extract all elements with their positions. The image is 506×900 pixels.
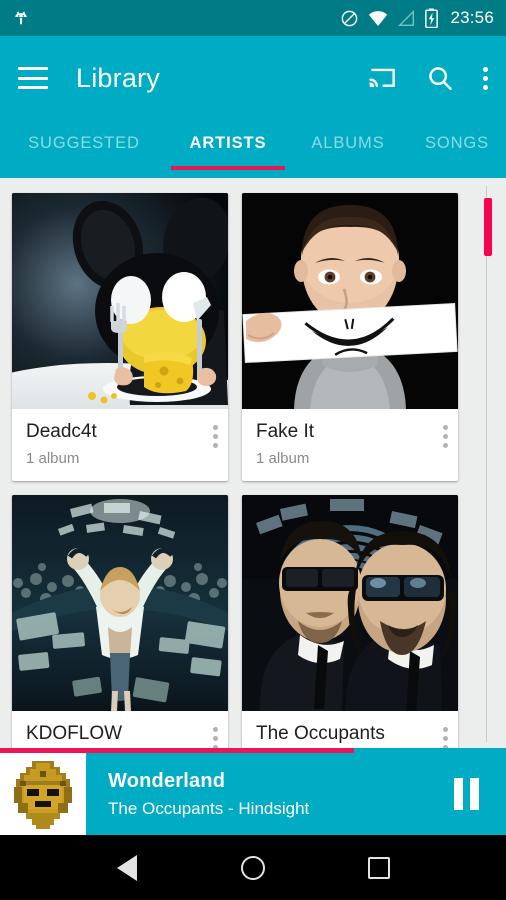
page-title: Library: [76, 62, 160, 93]
card-overflow-menu-icon[interactable]: [213, 425, 218, 448]
artist-card[interactable]: KDOFLOW 1 album: [12, 494, 228, 748]
battery-charging-icon: [425, 8, 439, 29]
cell-signal-icon: [397, 9, 416, 27]
artist-grid: Deadc4t 1 album Fake It 1 album KDOFLOW …: [0, 178, 506, 748]
back-icon[interactable]: [64, 854, 190, 881]
artist-artwork-kdoflow: [12, 494, 228, 711]
android-robot-icon: [12, 9, 30, 27]
status-bar: 23:56: [0, 0, 506, 36]
card-overflow-menu-icon[interactable]: [443, 425, 448, 448]
artist-artwork-deadmau5: [12, 193, 228, 409]
now-playing-body: Wonderland The Occupants - Hindsight: [0, 753, 506, 835]
artist-name: KDOFLOW: [26, 722, 123, 744]
artist-artwork-the-occupants: [242, 494, 458, 711]
status-bar-system-icons: 23:56: [340, 8, 494, 29]
artist-name: The Occupants: [256, 722, 385, 744]
now-playing-bar[interactable]: Wonderland The Occupants - Hindsight: [0, 748, 506, 835]
artist-card-meta: Deadc4t 1 album: [12, 409, 228, 481]
android-nav-bar: [0, 835, 506, 900]
tab-suggested[interactable]: SUGGESTED: [0, 134, 168, 153]
artist-card-meta: The Occupants 1 album: [242, 711, 458, 748]
now-playing-title: Wonderland: [108, 769, 226, 792]
overflow-menu-icon[interactable]: [482, 65, 488, 91]
tab-songs-label: SONGS: [424, 134, 490, 152]
app-screen: 23:56 Library SUGGESTED ARTISTS ALBUMS S…: [0, 0, 506, 900]
tab-suggested-label: SUGGESTED: [28, 134, 140, 152]
hamburger-menu-icon[interactable]: [18, 67, 48, 89]
now-playing-subtitle: The Occupants - Hindsight: [108, 798, 310, 818]
do-not-disturb-icon: [340, 9, 359, 28]
tab-artists-label: ARTISTS: [189, 134, 267, 152]
cast-icon[interactable]: [368, 65, 398, 91]
scrollbar-track: [486, 186, 487, 742]
tab-bar: SUGGESTED ARTISTS ALBUMS SONGS: [0, 120, 506, 178]
card-overflow-menu-icon[interactable]: [213, 726, 218, 748]
artist-artwork-fake-it: [242, 193, 458, 409]
recents-icon[interactable]: [316, 856, 442, 879]
app-bar: Library: [0, 36, 506, 120]
artist-album-count: 1 album: [256, 449, 310, 467]
tab-active-indicator: [171, 166, 285, 170]
artist-grid-scroll-area[interactable]: Deadc4t 1 album Fake It 1 album KDOFLOW …: [0, 178, 506, 748]
wifi-icon: [368, 10, 388, 27]
artist-card[interactable]: Deadc4t 1 album: [12, 193, 228, 481]
app-bar-actions: [368, 64, 488, 92]
artist-name: Deadc4t: [26, 421, 97, 442]
status-bar-notifications: [12, 9, 30, 27]
pause-icon[interactable]: [426, 778, 506, 810]
search-icon[interactable]: [426, 64, 454, 92]
now-playing-artwork[interactable]: [0, 753, 86, 835]
artist-card-meta: Fake It 1 album: [242, 409, 458, 481]
artist-card[interactable]: The Occupants 1 album: [242, 494, 458, 748]
tab-albums[interactable]: ALBUMS: [288, 134, 408, 153]
artist-album-count: 1 album: [26, 449, 80, 467]
tab-songs[interactable]: SONGS: [408, 134, 506, 153]
status-bar-clock: 23:56: [450, 8, 494, 27]
now-playing-text[interactable]: Wonderland The Occupants - Hindsight: [86, 770, 426, 819]
artist-name: Fake It: [256, 421, 315, 442]
artist-card-meta: KDOFLOW 1 album: [12, 711, 228, 748]
card-overflow-menu-icon[interactable]: [443, 726, 448, 748]
home-icon[interactable]: [190, 855, 316, 880]
artist-card[interactable]: Fake It 1 album: [242, 193, 458, 481]
tab-albums-label: ALBUMS: [311, 134, 385, 152]
tab-artists[interactable]: ARTISTS: [168, 134, 288, 170]
scrollbar-thumb[interactable]: [484, 198, 492, 256]
